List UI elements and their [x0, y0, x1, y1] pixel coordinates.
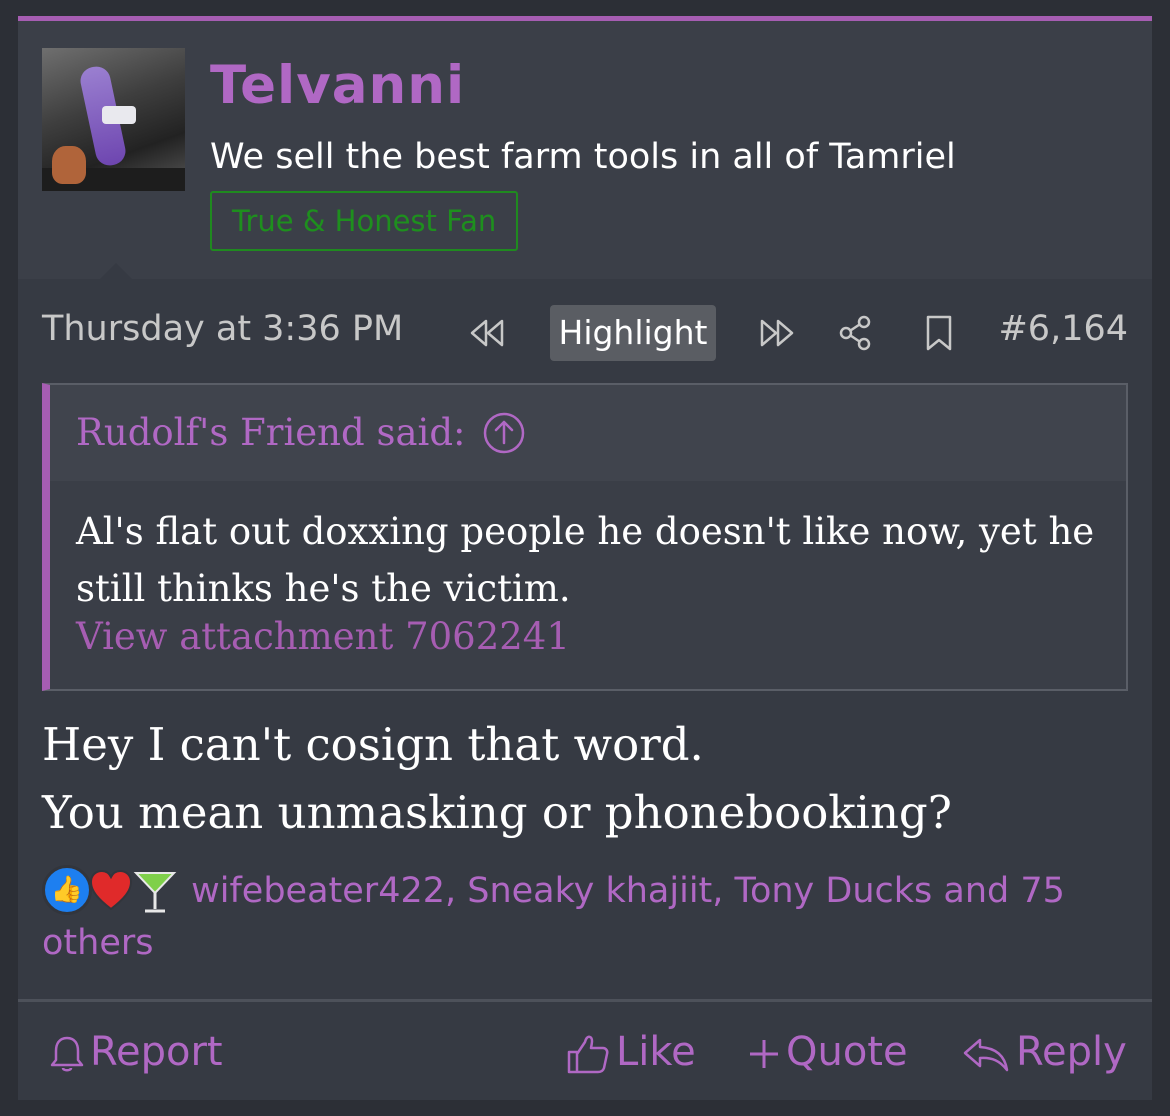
arrow-up-circle-icon[interactable] [482, 411, 526, 455]
attachment-link[interactable]: View attachment 7062241 [76, 615, 570, 658]
user-block: Telvanni We sell the best farm tools in … [18, 21, 1152, 279]
report-button[interactable]: Report [50, 1022, 223, 1082]
quote-header: Rudolf's Friend said: [50, 385, 1126, 481]
reactions-text[interactable]: wifebeater422, Sneaky khajiit, Tony Duck… [42, 871, 1065, 963]
post-date[interactable]: Thursday at 3:36 PM [42, 309, 403, 349]
bell-icon [50, 1036, 84, 1072]
quote-body: Al's flat out doxxing people he doesn't … [76, 510, 1095, 610]
quote-button[interactable]: Quote [748, 1022, 908, 1082]
post-container: Telvanni We sell the best farm tools in … [18, 16, 1152, 1100]
quote-block: Rudolf's Friend said: Al's flat out doxx… [42, 383, 1128, 691]
message-line: You mean unmasking or phonebooking? [42, 786, 952, 839]
like-label: Like [616, 1029, 696, 1075]
quote-label: Quote [786, 1029, 908, 1075]
like-button[interactable]: Like [566, 1022, 696, 1082]
reply-label: Reply [1016, 1029, 1127, 1075]
reply-button[interactable]: Reply [962, 1022, 1127, 1082]
like-icon: 👍 [42, 865, 92, 915]
avatar-cloth [102, 106, 136, 124]
reaction-icons[interactable]: 👍 [42, 865, 180, 917]
bookmark-icon[interactable] [918, 315, 960, 351]
reactions-bar[interactable]: 👍 wifebeater422, Sneaky khajiit, Tony Du… [42, 865, 1102, 969]
thumbs-up-icon [567, 1035, 609, 1074]
quote-attribution[interactable]: Rudolf's Friend said: [76, 411, 466, 454]
avatar-fox [52, 146, 86, 184]
user-title: We sell the best farm tools in all of Ta… [210, 137, 956, 177]
report-label: Report [90, 1029, 223, 1075]
user-banner: True & Honest Fan [210, 191, 519, 251]
reply-icon [963, 1038, 1009, 1072]
post-actions: Report Like Quote Reply [18, 1002, 1152, 1105]
rewind-icon[interactable] [466, 315, 508, 351]
username[interactable]: Telvanni [210, 55, 465, 116]
user-block-arrow [100, 263, 132, 279]
avatar[interactable] [42, 48, 185, 191]
cocktail-icon [133, 872, 177, 913]
post-meta: Thursday at 3:36 PM Highlight #6,164 [18, 279, 1152, 379]
message-body: Hey I can't cosign that word. You mean u… [42, 711, 952, 847]
plus-icon [750, 1040, 778, 1068]
share-icon[interactable] [834, 315, 876, 351]
highlight-button[interactable]: Highlight [550, 305, 716, 361]
heart-icon [89, 869, 133, 911]
post-number[interactable]: #6,164 [998, 309, 1128, 349]
message-line: Hey I can't cosign that word. [42, 718, 704, 771]
fast-forward-icon[interactable] [756, 315, 798, 351]
